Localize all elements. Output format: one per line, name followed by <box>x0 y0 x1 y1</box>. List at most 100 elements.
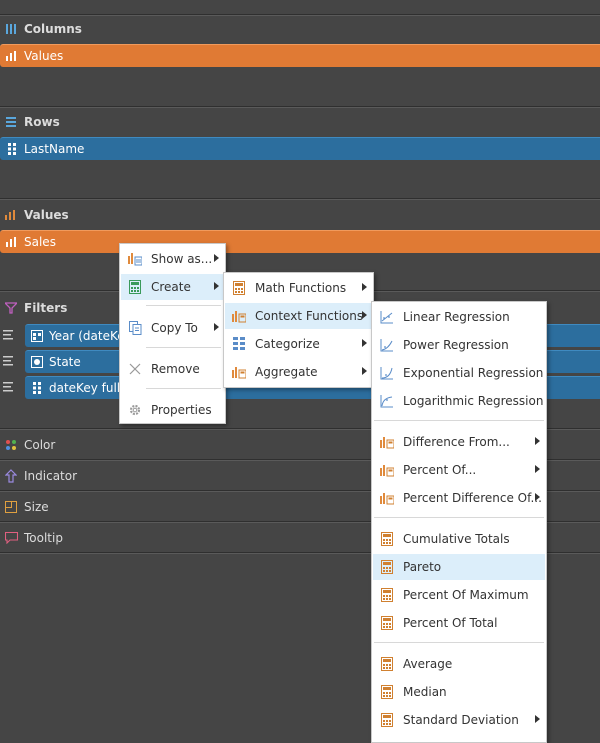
pill-label: Sales <box>24 235 56 249</box>
submenu-arrow-icon <box>535 493 540 501</box>
menu-label: Median <box>403 685 447 699</box>
calculator-icon <box>231 280 247 296</box>
menu-item-aggregate[interactable]: Aggregate <box>225 359 372 385</box>
pill-label: State <box>49 355 81 369</box>
calendar-icon <box>30 330 44 342</box>
menu-label: Percent Of Total <box>403 616 498 630</box>
menu-label: Pareto <box>403 560 442 574</box>
categorize-icon <box>231 336 247 352</box>
drag-handle-icon[interactable] <box>1 351 17 371</box>
menu-label: Logarithmic Regression <box>403 394 544 408</box>
menu-item-remove[interactable]: Remove <box>121 356 224 382</box>
submenu-arrow-icon <box>362 283 367 291</box>
values-title: Values <box>24 208 69 222</box>
show-as-icon <box>127 251 143 267</box>
menu-label: Percent Of... <box>403 463 477 477</box>
columns-icon <box>2 23 20 35</box>
menu-item-difference-from[interactable]: Difference From... <box>373 429 545 455</box>
menu-label: Power Regression <box>403 338 509 352</box>
menu-item-percent-of-maximum[interactable]: Percent Of Maximum <box>373 582 545 608</box>
regression-icon <box>379 365 395 381</box>
submenu-arrow-icon <box>214 254 219 262</box>
menu-separator <box>146 347 221 348</box>
menu-label: Difference From... <box>403 435 510 449</box>
geo-icon <box>30 356 44 368</box>
menu-label: Linear Regression <box>403 310 510 324</box>
tooltip-label: Tooltip <box>24 531 63 545</box>
submenu-arrow-icon <box>535 715 540 723</box>
columns-header: Columns <box>0 18 82 40</box>
dimension-icon <box>30 382 44 394</box>
context-functions-icon <box>379 462 395 478</box>
menu-item-categorize[interactable]: Categorize <box>225 331 372 357</box>
size-icon <box>2 501 20 513</box>
menu-separator <box>374 517 544 518</box>
arrow-up-icon <box>2 469 20 483</box>
rows-lastname-pill[interactable]: LastName <box>0 137 600 160</box>
filters-header: Filters <box>0 297 67 319</box>
menu-item-percent-of-total[interactable]: Percent Of Total <box>373 610 545 636</box>
drag-handle-icon[interactable] <box>1 325 17 345</box>
menu-item-percent-of[interactable]: Percent Of... <box>373 457 545 483</box>
menu-item-linear-regression[interactable]: Linear Regression <box>373 304 545 330</box>
menu-separator <box>146 305 221 306</box>
submenu-arrow-icon <box>214 282 219 290</box>
columns-values-pill[interactable]: Values <box>0 44 600 67</box>
values-sales-pill[interactable]: Sales <box>0 230 600 253</box>
create-submenu: Math Functions Context Functions Categor… <box>223 272 374 388</box>
dimension-icon <box>5 143 19 155</box>
divider <box>0 106 600 108</box>
filters-title: Filters <box>24 301 68 315</box>
pill-label: Values <box>24 49 64 63</box>
menu-label: Exponential Regression <box>403 366 544 380</box>
aggregate-icon <box>231 364 247 380</box>
submenu-arrow-icon <box>214 323 219 331</box>
menu-label: Aggregate <box>255 365 318 379</box>
menu-item-standard-deviation[interactable]: Standard Deviation <box>373 707 545 733</box>
drag-handle-icon[interactable] <box>1 377 17 397</box>
menu-item-math-functions[interactable]: Math Functions <box>225 275 372 301</box>
menu-label: Context Functions <box>255 309 364 323</box>
menu-label: Math Functions <box>255 281 347 295</box>
menu-separator <box>374 420 544 421</box>
menu-item-average[interactable]: Average <box>373 651 545 677</box>
filter-icon <box>2 302 20 314</box>
calculator-icon <box>379 615 395 631</box>
regression-icon <box>379 309 395 325</box>
menu-item-exponential-regression[interactable]: Exponential Regression <box>373 360 545 386</box>
context-functions-icon <box>379 490 395 506</box>
menu-label: Average <box>403 657 453 671</box>
menu-item-cumulative-totals[interactable]: Cumulative Totals <box>373 526 545 552</box>
palette-icon <box>2 439 20 451</box>
menu-item-median[interactable]: Median <box>373 679 545 705</box>
submenu-arrow-icon <box>362 367 367 375</box>
menu-label: Categorize <box>255 337 320 351</box>
menu-item-context-functions[interactable]: Context Functions <box>225 303 372 329</box>
calculator-icon <box>379 587 395 603</box>
menu-separator <box>146 388 221 389</box>
menu-label: Remove <box>151 362 200 376</box>
menu-label: Cumulative Totals <box>403 532 510 546</box>
size-label: Size <box>24 500 49 514</box>
menu-label: Properties <box>151 403 212 417</box>
tooltip-icon <box>2 532 20 544</box>
rows-header: Rows <box>0 111 60 133</box>
rows-title: Rows <box>24 115 60 129</box>
regression-icon <box>379 337 395 353</box>
calculator-icon <box>379 531 395 547</box>
menu-item-copy-to[interactable]: Copy To <box>121 315 224 341</box>
menu-item-logarithmic-regression[interactable]: Logarithmic Regression <box>373 388 545 414</box>
indicator-label: Indicator <box>24 469 78 483</box>
menu-label: Percent Of Maximum <box>403 588 529 602</box>
menu-separator <box>374 642 544 643</box>
menu-item-pareto[interactable]: Pareto <box>373 554 545 580</box>
values-header: Values <box>0 204 69 226</box>
color-label: Color <box>24 438 56 452</box>
menu-item-percent-difference-of[interactable]: Percent Difference Of... <box>373 485 545 511</box>
context-menu: Show as... Create Copy To Remove Propert… <box>119 243 226 424</box>
menu-item-properties[interactable]: Properties <box>121 397 224 423</box>
menu-item-show-as[interactable]: Show as... <box>121 246 224 272</box>
menu-item-create[interactable]: Create <box>121 274 224 300</box>
calculator-icon <box>379 656 395 672</box>
menu-item-power-regression[interactable]: Power Regression <box>373 332 545 358</box>
